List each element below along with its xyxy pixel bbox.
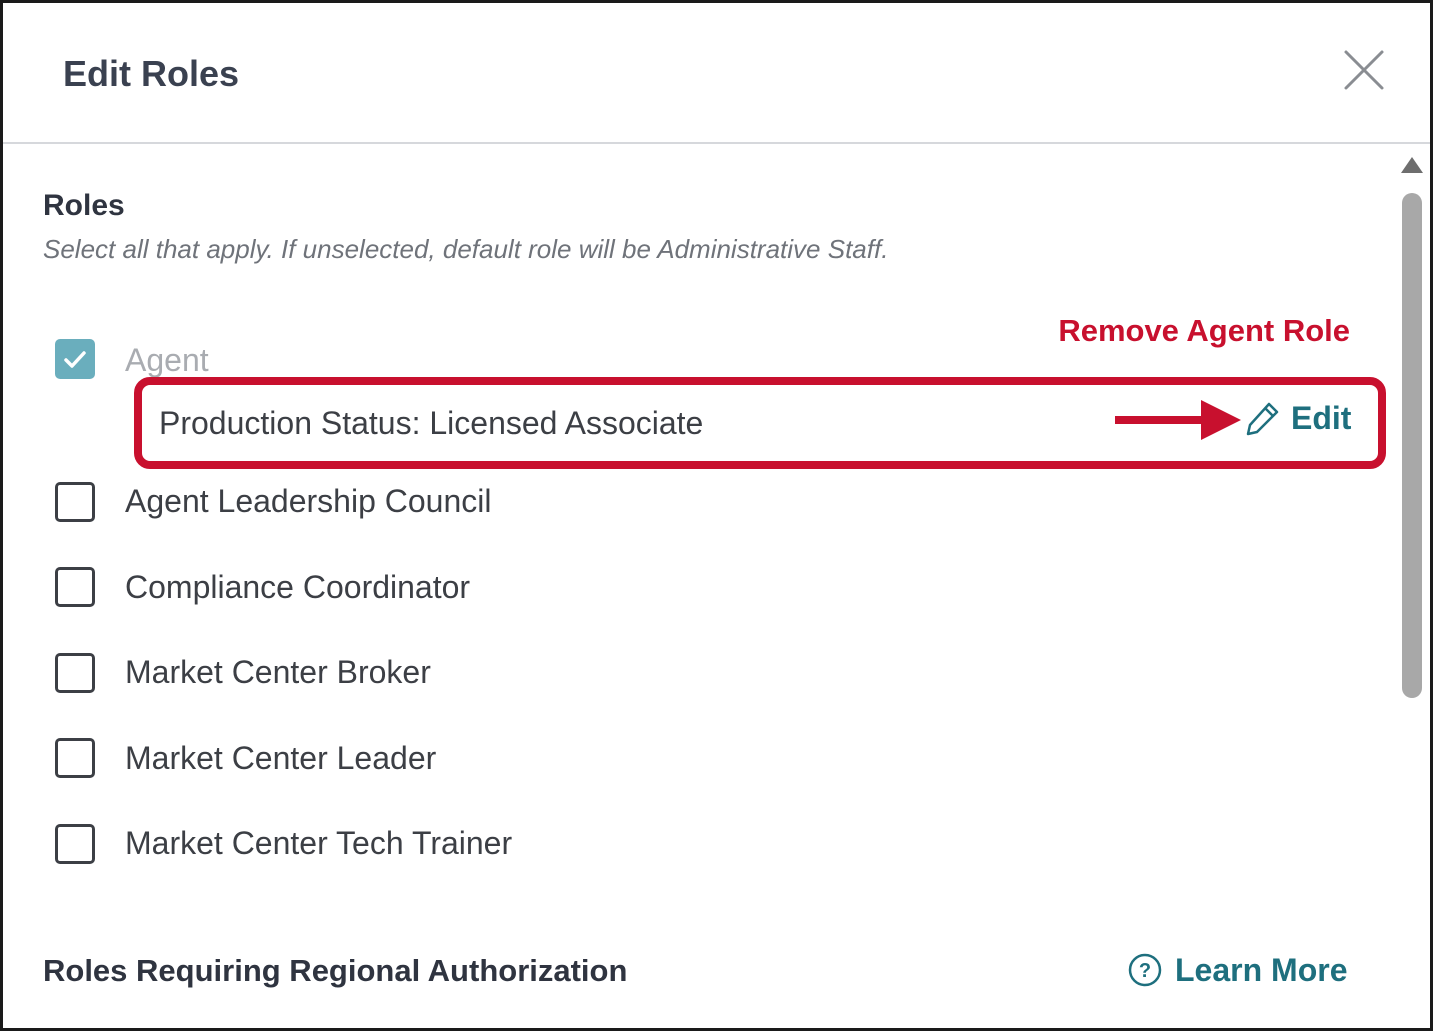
edit-label: Edit	[1291, 399, 1352, 436]
agent-checkbox[interactable]	[55, 339, 95, 379]
roles-hint: Select all that apply. If unselected, de…	[43, 234, 889, 264]
regional-section-title: Roles Requiring Regional Authorization	[43, 953, 628, 988]
pencil-icon	[1246, 402, 1279, 436]
role-checkbox[interactable]	[55, 482, 95, 522]
close-button[interactable]	[1339, 45, 1389, 95]
learn-more-link[interactable]: ? Learn More	[1127, 949, 1347, 991]
role-label: Agent Leadership Council	[125, 483, 492, 519]
question-circle-icon: ?	[1128, 953, 1162, 987]
scroll-up-icon[interactable]	[1400, 155, 1424, 175]
role-label: Market Center Leader	[125, 740, 437, 776]
role-label: Compliance Coordinator	[125, 569, 471, 605]
scrollbar[interactable]	[1396, 153, 1428, 713]
role-checkbox[interactable]	[55, 738, 95, 778]
roles-section-title: Roles	[43, 189, 125, 222]
role-label: Market Center Broker	[125, 654, 431, 690]
role-checkbox[interactable]	[55, 653, 95, 693]
role-checkbox[interactable]	[55, 567, 95, 607]
role-label: Market Center Tech Trainer	[125, 825, 513, 861]
close-icon[interactable]	[1339, 45, 1389, 95]
edit-roles-dialog: Edit Roles Roles Select all that apply. …	[0, 0, 1433, 1031]
checkmark-icon	[64, 351, 86, 368]
scrollbar-thumb[interactable]	[1402, 193, 1422, 698]
remove-agent-role-link[interactable]: Remove Agent Role	[1058, 313, 1350, 349]
agent-label: Agent	[125, 342, 209, 378]
annotation-arrow-icon	[1115, 400, 1241, 440]
role-checkbox[interactable]	[55, 824, 95, 864]
dialog-header: Edit Roles	[3, 3, 1430, 144]
learn-more-label: Learn More	[1175, 951, 1348, 988]
dialog-title: Edit Roles	[63, 53, 240, 94]
edit-production-status-button[interactable]: Edit	[1245, 397, 1351, 439]
svg-text:?: ?	[1139, 960, 1151, 982]
production-status-text: Production Status: Licensed Associate	[159, 405, 704, 441]
